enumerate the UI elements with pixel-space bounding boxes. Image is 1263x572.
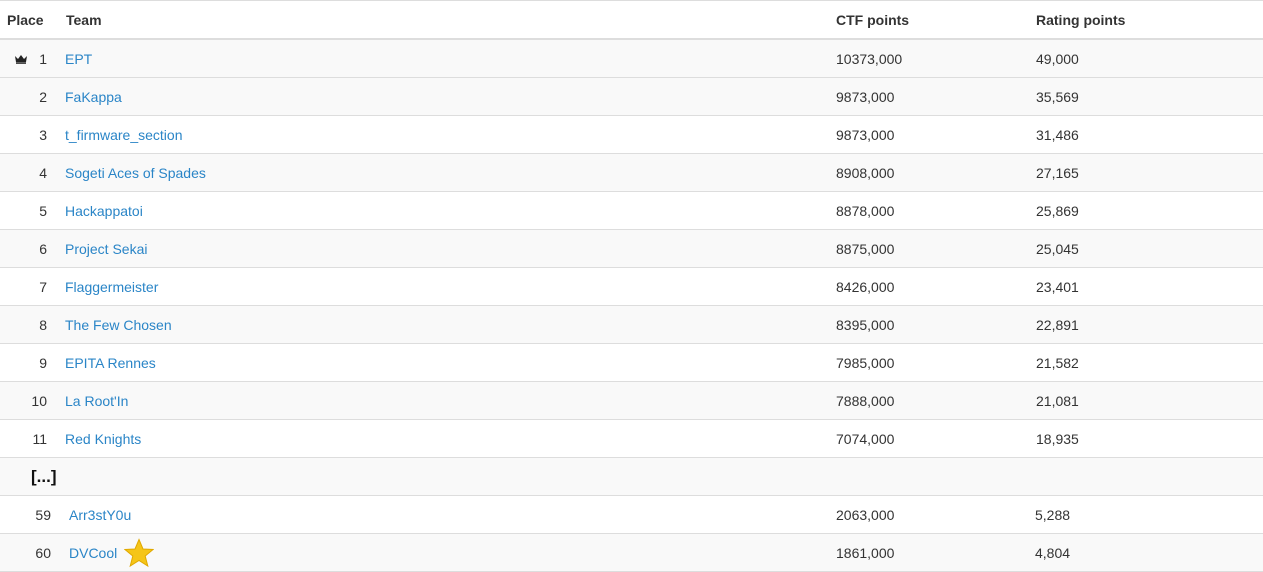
team-link[interactable]: Flaggermeister [65, 279, 158, 295]
ctf-points-cell: 9873,000 [836, 126, 895, 143]
table-row: 4 Sogeti Aces of Spades 8908,000 27,165 [0, 154, 1263, 192]
rating-points-cell: 4,804 [1035, 544, 1071, 561]
team-link[interactable]: Sogeti Aces of Spades [65, 165, 206, 181]
table-row: 10 La Root'In 7888,000 21,081 [0, 382, 1263, 420]
place-cell: 9 [39, 354, 47, 371]
place-cell: 4 [39, 164, 47, 181]
header-place[interactable]: Place [7, 1, 44, 38]
place-cell: 5 [39, 202, 47, 219]
rating-points-cell: 31,486 [1036, 126, 1079, 143]
ctf-points-cell: 7985,000 [836, 354, 895, 371]
table-row: 2 FaKappa 9873,000 35,569 [0, 78, 1263, 116]
table-row: 7 Flaggermeister 8426,000 23,401 [0, 268, 1263, 306]
ctf-points-cell: 7074,000 [836, 430, 895, 447]
table-row-ellipsis: [...] [0, 458, 1263, 496]
rating-points-cell: 18,935 [1036, 430, 1079, 447]
place-cell: 11 [32, 430, 47, 447]
scoreboard-table: Place Team CTF points Rating points 1 EP… [0, 0, 1263, 572]
ctf-points-cell: 10373,000 [836, 50, 903, 67]
rating-points-cell: 35,569 [1036, 88, 1079, 105]
ctf-points-cell: 8426,000 [836, 278, 895, 295]
team-link[interactable]: t_firmware_section [65, 127, 183, 143]
ctf-points-cell: 8878,000 [836, 202, 895, 219]
place-cell: 3 [39, 126, 47, 143]
place-cell: 7 [39, 278, 47, 295]
team-link[interactable]: The Few Chosen [65, 317, 172, 333]
rating-points-cell: 21,582 [1036, 354, 1079, 371]
ellipsis-text: [...] [31, 466, 57, 486]
ctf-points-cell: 9873,000 [836, 88, 895, 105]
team-link[interactable]: La Root'In [65, 393, 128, 409]
table-row: 5 Hackappatoi 8878,000 25,869 [0, 192, 1263, 230]
table-row: 1 EPT 10373,000 49,000 [0, 40, 1263, 78]
ctf-points-cell: 8875,000 [836, 240, 895, 257]
rating-points-cell: 27,165 [1036, 164, 1079, 181]
rating-points-cell: 49,000 [1036, 50, 1079, 67]
place-cell: 1 [39, 50, 47, 67]
ctf-points-cell: 2063,000 [836, 506, 895, 523]
place-cell: 10 [31, 392, 47, 409]
team-link[interactable]: Red Knights [65, 431, 141, 447]
header-ctf-points[interactable]: CTF points [836, 1, 909, 38]
place-cell: 60 [35, 544, 51, 561]
table-row: 6 Project Sekai 8875,000 25,045 [0, 230, 1263, 268]
table-row: 60 DVCool 1861,000 4,804 [0, 534, 1263, 572]
place-cell: 6 [39, 240, 47, 257]
place-cell: 8 [39, 316, 47, 333]
team-link[interactable]: Hackappatoi [65, 203, 143, 219]
team-link[interactable]: EPT [65, 51, 92, 67]
rating-points-cell: 25,869 [1036, 202, 1079, 219]
place-cell: 2 [39, 88, 47, 105]
team-link[interactable]: Project Sekai [65, 241, 147, 257]
team-link[interactable]: FaKappa [65, 89, 122, 105]
rating-points-cell: 23,401 [1036, 278, 1079, 295]
rating-points-cell: 5,288 [1035, 506, 1071, 523]
team-link[interactable]: EPITA Rennes [65, 355, 156, 371]
rating-points-cell: 21,081 [1036, 392, 1079, 409]
table-row: 3 t_firmware_section 9873,000 31,486 [0, 116, 1263, 154]
ctf-points-cell: 8908,000 [836, 164, 895, 181]
table-row: 11 Red Knights 7074,000 18,935 [0, 420, 1263, 458]
team-link[interactable]: Arr3stY0u [69, 507, 131, 523]
ctf-points-cell: 1861,000 [836, 544, 895, 561]
table-row: 9 EPITA Rennes 7985,000 21,582 [0, 344, 1263, 382]
ctf-points-cell: 7888,000 [836, 392, 895, 409]
ctf-points-cell: 8395,000 [836, 316, 895, 333]
table-row: 8 The Few Chosen 8395,000 22,891 [0, 306, 1263, 344]
header-rating-points[interactable]: Rating points [1036, 1, 1125, 38]
place-cell: 59 [35, 506, 51, 523]
header-team[interactable]: Team [66, 1, 102, 38]
star-icon [123, 537, 155, 568]
table-row: 59 Arr3stY0u 2063,000 5,288 [0, 496, 1263, 534]
rating-points-cell: 25,045 [1036, 240, 1079, 257]
rating-points-cell: 22,891 [1036, 316, 1079, 333]
table-header: Place Team CTF points Rating points [0, 1, 1263, 40]
team-link[interactable]: DVCool [69, 545, 117, 561]
